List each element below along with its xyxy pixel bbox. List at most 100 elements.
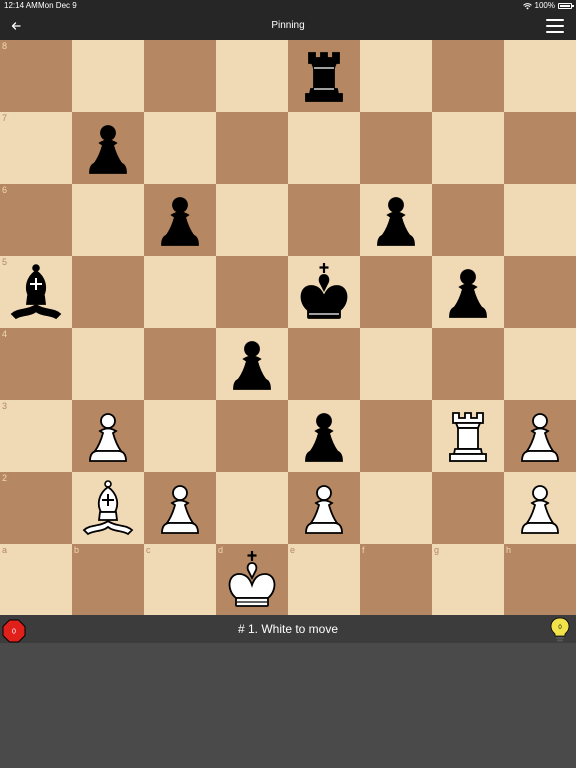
square-d3[interactable]: [216, 400, 288, 472]
square-d2[interactable]: [216, 472, 288, 544]
square-b6[interactable]: [72, 184, 144, 256]
chess-board: 8 7 6 5 4 3 2 a b c d e f g h: [0, 40, 576, 616]
square-h6[interactable]: [504, 184, 576, 256]
square-e7[interactable]: [288, 112, 360, 184]
square-c1[interactable]: c: [144, 544, 216, 616]
bottom-panel: [0, 643, 576, 768]
square-h2[interactable]: [504, 472, 576, 544]
square-h4[interactable]: [504, 328, 576, 400]
square-a3[interactable]: 3: [0, 400, 72, 472]
coordinate-label: a: [2, 545, 8, 555]
square-g5[interactable]: [432, 256, 504, 328]
square-h7[interactable]: [504, 112, 576, 184]
square-e1[interactable]: e: [288, 544, 360, 616]
square-c2[interactable]: [144, 472, 216, 544]
square-d4[interactable]: [216, 328, 288, 400]
square-g4[interactable]: [432, 328, 504, 400]
square-f7[interactable]: [360, 112, 432, 184]
square-a4[interactable]: 4: [0, 328, 72, 400]
square-d1[interactable]: d: [216, 544, 288, 616]
square-h1[interactable]: h: [504, 544, 576, 616]
square-f1[interactable]: f: [360, 544, 432, 616]
battery-icon: [558, 3, 574, 9]
black-pawn-icon[interactable]: [72, 112, 144, 184]
square-a2[interactable]: 2: [0, 472, 72, 544]
square-g7[interactable]: [432, 112, 504, 184]
white-pawn-icon[interactable]: [288, 472, 360, 544]
square-e6[interactable]: [288, 184, 360, 256]
coordinate-label: h: [506, 545, 512, 555]
back-button[interactable]: [6, 16, 26, 36]
puzzle-status-bar: 0 # 1. White to move 0: [0, 615, 576, 643]
black-pawn-icon[interactable]: [216, 328, 288, 400]
square-a7[interactable]: 7: [0, 112, 72, 184]
black-rook-icon[interactable]: [288, 40, 360, 112]
black-pawn-icon[interactable]: [288, 400, 360, 472]
square-c5[interactable]: [144, 256, 216, 328]
square-g8[interactable]: [432, 40, 504, 112]
square-b4[interactable]: [72, 328, 144, 400]
square-f8[interactable]: [360, 40, 432, 112]
square-c4[interactable]: [144, 328, 216, 400]
black-pawn-icon[interactable]: [432, 256, 504, 328]
square-c3[interactable]: [144, 400, 216, 472]
status-date: Mon Dec 9: [38, 1, 77, 10]
square-e4[interactable]: [288, 328, 360, 400]
white-pawn-icon[interactable]: [144, 472, 216, 544]
square-d6[interactable]: [216, 184, 288, 256]
coordinate-label: 4: [2, 329, 8, 339]
white-bishop-icon[interactable]: [72, 472, 144, 544]
square-g3[interactable]: [432, 400, 504, 472]
square-b3[interactable]: [72, 400, 144, 472]
square-e2[interactable]: [288, 472, 360, 544]
square-h5[interactable]: [504, 256, 576, 328]
puzzle-label: # 1. White to move: [237, 622, 339, 636]
black-king-icon[interactable]: [288, 256, 360, 328]
coordinate-label: c: [146, 545, 151, 555]
square-a6[interactable]: 6: [0, 184, 72, 256]
square-b2[interactable]: [72, 472, 144, 544]
square-c8[interactable]: [144, 40, 216, 112]
coordinate-label: 7: [2, 113, 8, 123]
square-c6[interactable]: [144, 184, 216, 256]
square-f4[interactable]: [360, 328, 432, 400]
square-e3[interactable]: [288, 400, 360, 472]
square-e5[interactable]: [288, 256, 360, 328]
black-bishop-icon[interactable]: [0, 256, 72, 328]
white-pawn-icon[interactable]: [504, 472, 576, 544]
square-d5[interactable]: [216, 256, 288, 328]
square-b1[interactable]: b: [72, 544, 144, 616]
square-g2[interactable]: [432, 472, 504, 544]
square-a1[interactable]: a: [0, 544, 72, 616]
wifi-icon: [522, 2, 532, 9]
square-g6[interactable]: [432, 184, 504, 256]
square-b7[interactable]: [72, 112, 144, 184]
white-pawn-icon[interactable]: [72, 400, 144, 472]
square-b5[interactable]: [72, 256, 144, 328]
square-h3[interactable]: [504, 400, 576, 472]
square-a8[interactable]: 8: [0, 40, 72, 112]
white-pawn-icon[interactable]: [504, 400, 576, 472]
square-h8[interactable]: [504, 40, 576, 112]
menu-button[interactable]: [546, 18, 564, 34]
square-b8[interactable]: [72, 40, 144, 112]
coordinate-label: 3: [2, 401, 8, 411]
nav-bar: Pinning: [0, 12, 576, 40]
square-d8[interactable]: [216, 40, 288, 112]
square-f3[interactable]: [360, 400, 432, 472]
status-right: 100%: [522, 0, 574, 12]
black-pawn-icon[interactable]: [144, 184, 216, 256]
square-f6[interactable]: [360, 184, 432, 256]
square-d7[interactable]: [216, 112, 288, 184]
white-king-icon[interactable]: [216, 544, 288, 616]
square-f2[interactable]: [360, 472, 432, 544]
square-f5[interactable]: [360, 256, 432, 328]
white-rook-icon[interactable]: [432, 400, 504, 472]
square-a5[interactable]: 5: [0, 256, 72, 328]
coordinate-label: 2: [2, 473, 8, 483]
square-c7[interactable]: [144, 112, 216, 184]
hint-button[interactable]: 0: [549, 617, 571, 643]
black-pawn-icon[interactable]: [360, 184, 432, 256]
square-g1[interactable]: g: [432, 544, 504, 616]
square-e8[interactable]: [288, 40, 360, 112]
